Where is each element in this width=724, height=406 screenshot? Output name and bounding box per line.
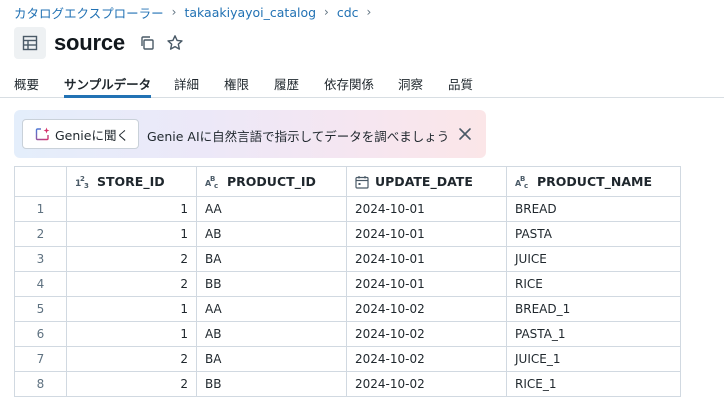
- breadcrumb-catalog-explorer[interactable]: カタログエクスプローラー: [14, 3, 164, 22]
- string-type-icon: A B c: [205, 175, 218, 189]
- cell-product-name[interactable]: JUICE_1: [506, 346, 681, 372]
- svg-text:3: 3: [84, 182, 89, 189]
- tab-permissions[interactable]: 権限: [224, 74, 249, 98]
- svg-text:c: c: [214, 182, 218, 189]
- cell-update-date[interactable]: 2024-10-02: [346, 371, 507, 397]
- genie-banner-message: Genie AIに自然言語で指示してデータを調べましょう: [147, 129, 450, 144]
- genie-sparkle-icon: [35, 127, 50, 141]
- cell-store-id[interactable]: 2: [66, 346, 197, 372]
- tab-details[interactable]: 詳細: [174, 74, 199, 98]
- cell-update-date[interactable]: 2024-10-01: [346, 246, 507, 272]
- cell-product-id[interactable]: AB: [196, 221, 347, 247]
- row-index: 6: [14, 321, 67, 347]
- table-row: 7 2 BA 2024-10-02 JUICE_1: [14, 346, 681, 372]
- cell-product-name[interactable]: PASTA_1: [506, 321, 681, 347]
- cell-product-id[interactable]: AA: [196, 196, 347, 222]
- close-icon[interactable]: [457, 126, 473, 142]
- table-icon: [14, 27, 46, 59]
- table-row: 4 2 BB 2024-10-01 RICE: [14, 271, 681, 297]
- row-index: 1: [14, 196, 67, 222]
- column-label: PRODUCT_NAME: [537, 174, 653, 189]
- row-index: 4: [14, 271, 67, 297]
- column-header-store-id[interactable]: 1 2 3 STORE_ID: [66, 166, 197, 197]
- cell-store-id[interactable]: 2: [66, 246, 197, 272]
- column-label: UPDATE_DATE: [375, 174, 473, 189]
- breadcrumb-separator: ›: [324, 5, 329, 19]
- breadcrumb-schema[interactable]: cdc: [337, 5, 359, 20]
- tab-lineage[interactable]: 依存関係: [324, 74, 374, 98]
- tab-sample-data[interactable]: サンプルデータ: [64, 74, 152, 98]
- cell-product-id[interactable]: BA: [196, 246, 347, 272]
- cell-product-name[interactable]: RICE: [506, 271, 681, 297]
- column-header-update-date[interactable]: UPDATE_DATE: [346, 166, 507, 197]
- cell-update-date[interactable]: 2024-10-02: [346, 321, 507, 347]
- cell-update-date[interactable]: 2024-10-01: [346, 196, 507, 222]
- column-header-product-id[interactable]: A B c PRODUCT_ID: [196, 166, 347, 197]
- row-index: 5: [14, 296, 67, 322]
- cell-store-id[interactable]: 1: [66, 296, 197, 322]
- cell-product-id[interactable]: BA: [196, 346, 347, 372]
- tab-bar: 概要 サンプルデータ 詳細 権限 履歴 依存関係 洞察 品質: [0, 70, 724, 98]
- tab-insights[interactable]: 洞察: [398, 74, 423, 98]
- cell-product-name[interactable]: PASTA: [506, 221, 681, 247]
- cell-update-date[interactable]: 2024-10-01: [346, 221, 507, 247]
- page-title: source: [54, 30, 125, 55]
- cell-product-name[interactable]: RICE_1: [506, 371, 681, 397]
- table-row: 2 1 AB 2024-10-01 PASTA: [14, 221, 681, 247]
- cell-update-date[interactable]: 2024-10-02: [346, 346, 507, 372]
- cell-store-id[interactable]: 1: [66, 196, 197, 222]
- table-row: 8 2 BB 2024-10-02 RICE_1: [14, 371, 681, 397]
- table-row: 5 1 AA 2024-10-02 BREAD_1: [14, 296, 681, 322]
- cell-store-id[interactable]: 2: [66, 271, 197, 297]
- table-row: 3 2 BA 2024-10-01 JUICE: [14, 246, 681, 272]
- breadcrumb-catalog[interactable]: takaakiyayoi_catalog: [184, 5, 316, 20]
- row-index: 3: [14, 246, 67, 272]
- tab-history[interactable]: 履歴: [274, 74, 299, 98]
- integer-type-icon: 1 2 3: [75, 175, 89, 189]
- cell-product-id[interactable]: BB: [196, 271, 347, 297]
- cell-product-name[interactable]: JUICE: [506, 246, 681, 272]
- cell-store-id[interactable]: 1: [66, 221, 197, 247]
- row-index-header: [14, 166, 67, 197]
- cell-store-id[interactable]: 1: [66, 321, 197, 347]
- svg-text:c: c: [524, 182, 528, 189]
- row-index: 7: [14, 346, 67, 372]
- ask-genie-button[interactable]: Genieに聞く: [22, 119, 139, 149]
- row-index: 2: [14, 221, 67, 247]
- copy-icon[interactable]: [135, 31, 159, 55]
- tab-overview[interactable]: 概要: [14, 74, 39, 98]
- cell-product-id[interactable]: AB: [196, 321, 347, 347]
- sample-data-table: 1 2 3 STORE_ID A B c PRODUCT_ID UPDATE_D…: [14, 166, 681, 397]
- cell-product-id[interactable]: AA: [196, 296, 347, 322]
- table-header-row: 1 2 3 STORE_ID A B c PRODUCT_ID UPDATE_D…: [14, 166, 681, 197]
- breadcrumb-separator: ›: [366, 5, 372, 19]
- cell-product-name[interactable]: BREAD: [506, 196, 681, 222]
- string-type-icon: A B c: [515, 175, 528, 189]
- cell-product-name[interactable]: BREAD_1: [506, 296, 681, 322]
- star-icon[interactable]: [163, 31, 187, 55]
- column-label: STORE_ID: [97, 174, 165, 189]
- cell-update-date[interactable]: 2024-10-02: [346, 296, 507, 322]
- table-row: 1 1 AA 2024-10-01 BREAD: [14, 196, 681, 222]
- cell-product-id[interactable]: BB: [196, 371, 347, 397]
- cell-update-date[interactable]: 2024-10-01: [346, 271, 507, 297]
- tab-quality[interactable]: 品質: [448, 74, 473, 98]
- date-type-icon: [355, 175, 369, 189]
- column-header-product-name[interactable]: A B c PRODUCT_NAME: [506, 166, 681, 197]
- cell-store-id[interactable]: 2: [66, 371, 197, 397]
- breadcrumb: カタログエクスプローラー › takaakiyayoi_catalog › cd…: [14, 3, 379, 21]
- column-label: PRODUCT_ID: [227, 174, 316, 189]
- ask-genie-label: Genieに聞く: [55, 127, 129, 143]
- title-row: source: [14, 27, 187, 59]
- genie-banner: Genieに聞く Genie AIに自然言語で指示してデータを調べましょう: [14, 110, 486, 158]
- row-index: 8: [14, 371, 67, 397]
- table-row: 6 1 AB 2024-10-02 PASTA_1: [14, 321, 681, 347]
- breadcrumb-separator: ›: [171, 5, 177, 19]
